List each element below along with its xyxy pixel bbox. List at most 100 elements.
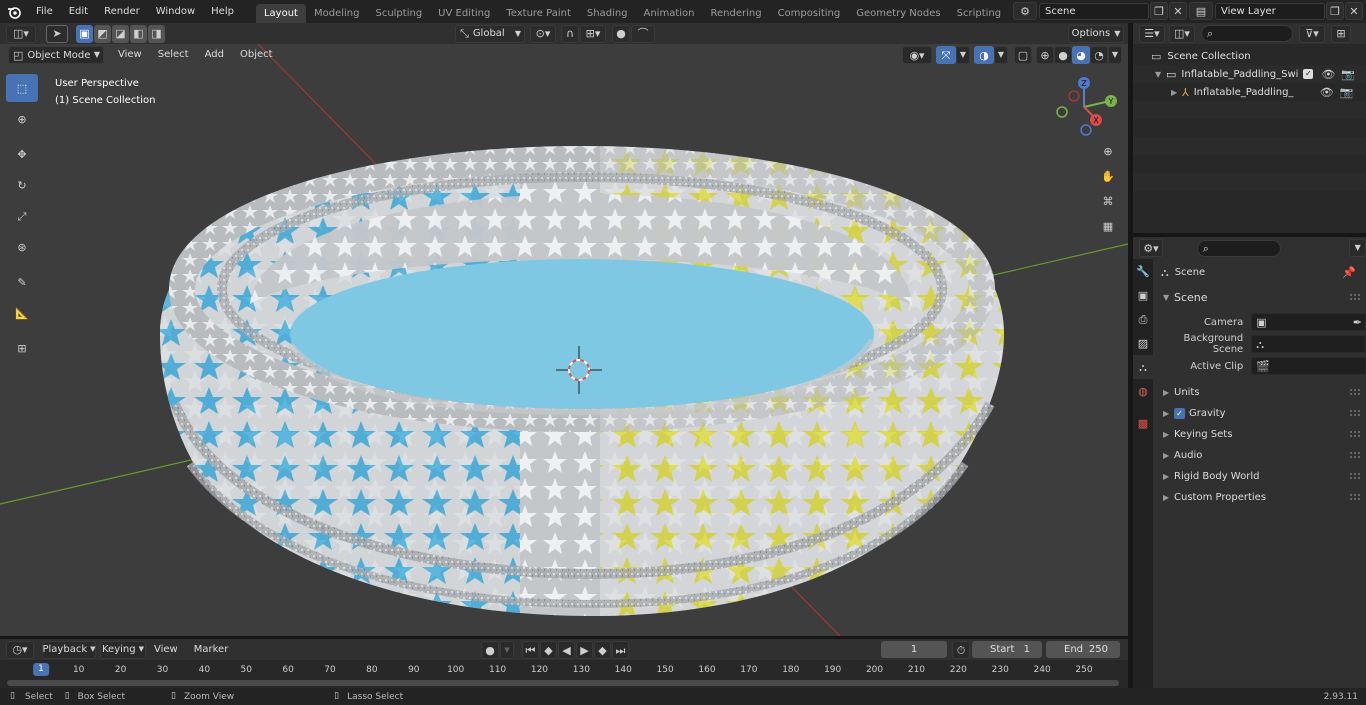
panel-units[interactable]: ▶ Units	[1155, 382, 1366, 403]
tab-geometry-nodes[interactable]: Geometry Nodes	[848, 4, 948, 23]
drag-handle-icon[interactable]	[1350, 389, 1360, 395]
snap-target-dropdown[interactable]: ⊞▾	[580, 24, 606, 43]
scene-name-field[interactable]: Scene	[1039, 2, 1149, 20]
outliner-filter-button[interactable]: ⊽▾	[1299, 24, 1325, 43]
checkbox-icon[interactable]: ✓	[1303, 69, 1314, 79]
zoom-button[interactable]: ⊕	[1097, 140, 1119, 162]
preview-range-toggle[interactable]: ⏱	[952, 641, 970, 659]
scene-copy-button[interactable]: ❐	[1150, 2, 1168, 20]
view-layer-remove-button[interactable]: ✕	[1345, 2, 1363, 20]
gizmo-dropdown[interactable]: ▼	[956, 46, 970, 64]
viewport-menu-select[interactable]: Select	[150, 45, 197, 65]
menu-window[interactable]: Window	[148, 0, 203, 23]
camera-render-icon[interactable]: 📷	[1341, 69, 1355, 80]
eye-icon[interactable]: 👁	[1321, 69, 1335, 80]
drag-handle-icon[interactable]	[1350, 452, 1360, 458]
tool-annotate[interactable]: ✎	[6, 268, 38, 296]
background-scene-field[interactable]: ⛬	[1251, 335, 1366, 353]
panel-gravity[interactable]: ▶ ✓ Gravity	[1155, 403, 1366, 424]
timeline-editor-type[interactable]: ◷▾	[6, 640, 34, 659]
panel-keying-sets[interactable]: ▶ Keying Sets	[1155, 424, 1366, 445]
outliner-item[interactable]: ▶ ⅄ Inflatable_Paddling_Swim 👁 📷	[1133, 83, 1366, 101]
expand-triangle-icon[interactable]: ▶	[1171, 88, 1182, 97]
tool-measure[interactable]: 📐	[6, 299, 38, 327]
camera-render-icon[interactable]: 📷	[1340, 87, 1354, 98]
select-extend-button[interactable]: ◩	[94, 24, 111, 43]
mode-dropdown[interactable]: ◰ Object Mode ▼	[8, 46, 104, 64]
select-new-button[interactable]: ▣	[76, 24, 93, 43]
jump-end-button[interactable]: ⏭	[612, 641, 629, 659]
scene-browse-button[interactable]: ⚙	[1013, 2, 1037, 20]
menu-file[interactable]: File	[28, 0, 61, 23]
drag-handle-icon[interactable]	[1350, 473, 1360, 479]
view-layer-copy-button[interactable]: ❐	[1326, 2, 1344, 20]
pivot-point-dropdown[interactable]: ⊙▾	[530, 24, 556, 43]
prev-keyframe-button[interactable]: ◆	[540, 641, 557, 659]
blender-logo-icon[interactable]	[0, 0, 28, 23]
end-frame-field[interactable]: End 250	[1046, 641, 1120, 658]
tool-move[interactable]: ✥	[6, 140, 38, 168]
timeline-menu-view[interactable]: View	[146, 638, 186, 661]
viewport-menu-object[interactable]: Object	[232, 45, 281, 65]
drag-handle-icon[interactable]	[1350, 410, 1360, 416]
active-tool-button[interactable]: ➤	[46, 24, 68, 43]
jump-start-button[interactable]: ⏮	[522, 641, 539, 659]
timeline-scrollbar[interactable]	[7, 680, 1119, 686]
proportional-edit-toggle[interactable]: ●	[612, 24, 630, 43]
active-clip-field[interactable]: 🎬	[1251, 357, 1366, 375]
snap-toggle[interactable]: ∩	[561, 24, 579, 43]
overlay-toggle[interactable]: ◑	[974, 46, 994, 64]
tool-transform[interactable]: ⊛	[6, 233, 38, 261]
view-layer-browse-button[interactable]: ▤	[1189, 2, 1213, 20]
camera-field[interactable]: ▣ ✒	[1251, 313, 1366, 331]
properties-editor-type[interactable]: ⚙▾	[1139, 239, 1163, 257]
shading-solid[interactable]: ●	[1054, 46, 1072, 64]
tab-shading[interactable]: Shading	[579, 4, 636, 23]
select-intersect-button[interactable]: ◨	[148, 24, 165, 43]
shading-material[interactable]: ◕	[1072, 46, 1090, 64]
timeline-body[interactable]: 1 10 20 30 40 50 60 70 80 90 100 110 120 130 140 150 160…	[0, 660, 1128, 688]
panel-custom-properties[interactable]: ▶ Custom Properties	[1155, 487, 1366, 508]
eyedropper-icon[interactable]: ✒	[1353, 317, 1362, 328]
tool-scale[interactable]: ⤢	[6, 202, 38, 230]
tab-rendering[interactable]: Rendering	[702, 4, 769, 23]
viewport-menu-view[interactable]: View	[110, 45, 150, 65]
properties-options[interactable]: ▼	[1349, 239, 1366, 257]
shading-dropdown[interactable]: ▼	[1108, 46, 1122, 64]
current-frame-field[interactable]: 1	[881, 641, 947, 658]
outliner-scene-collection[interactable]: ▭ Scene Collection	[1133, 47, 1366, 65]
tab-layout[interactable]: Layout	[255, 4, 306, 23]
next-keyframe-button[interactable]: ◆	[594, 641, 611, 659]
tool-rotate[interactable]: ↻	[6, 171, 38, 199]
tool-select-box[interactable]: ⬚	[6, 74, 38, 102]
scene-remove-button[interactable]: ✕	[1169, 2, 1187, 20]
drag-handle-icon[interactable]	[1350, 494, 1360, 500]
menu-help[interactable]: Help	[203, 0, 242, 23]
tab-animation[interactable]: Animation	[636, 4, 703, 23]
outliner-display-mode[interactable]: ◫▾	[1169, 24, 1195, 43]
menu-render[interactable]: Render	[96, 0, 148, 23]
panel-audio[interactable]: ▶ Audio	[1155, 445, 1366, 466]
tab-compositing[interactable]: Compositing	[770, 4, 849, 23]
tab-texture[interactable]: ▩	[1133, 411, 1153, 435]
select-subtract-button[interactable]: ◪	[112, 24, 129, 43]
keying-menu[interactable]: Keying ▼	[100, 640, 146, 659]
camera-view-button[interactable]: ⌘	[1097, 190, 1119, 212]
transform-orientation-dropdown[interactable]: ⤡ Global ▼	[455, 24, 525, 43]
editor-type-button[interactable]: ◫▾	[6, 24, 36, 43]
outliner-editor-type[interactable]: ☰▾	[1139, 24, 1165, 43]
keying-dropdown[interactable]: ▼	[500, 641, 514, 659]
play-button[interactable]: ▶	[576, 641, 593, 659]
outliner-item[interactable]: ▼ ▭ Inflatable_Paddling_Swimmin ✓ 👁 📷	[1133, 65, 1366, 83]
pan-button[interactable]: ✋	[1097, 165, 1119, 187]
current-frame-indicator[interactable]: 1	[33, 663, 49, 676]
tab-tool[interactable]: 🔧	[1133, 259, 1153, 283]
tab-view-layer[interactable]: ▨	[1133, 331, 1153, 355]
outliner-search-input[interactable]: ⌕	[1201, 25, 1293, 42]
tab-modeling[interactable]: Modeling	[306, 4, 368, 23]
shading-wireframe[interactable]: ⊕	[1036, 46, 1054, 64]
proportional-falloff-dropdown[interactable]: ⌒	[631, 24, 655, 43]
pin-icon[interactable]: 📌	[1342, 267, 1356, 278]
panel-scene-header[interactable]: ▼ Scene	[1155, 287, 1366, 308]
tab-texture-paint[interactable]: Texture Paint	[498, 4, 579, 23]
